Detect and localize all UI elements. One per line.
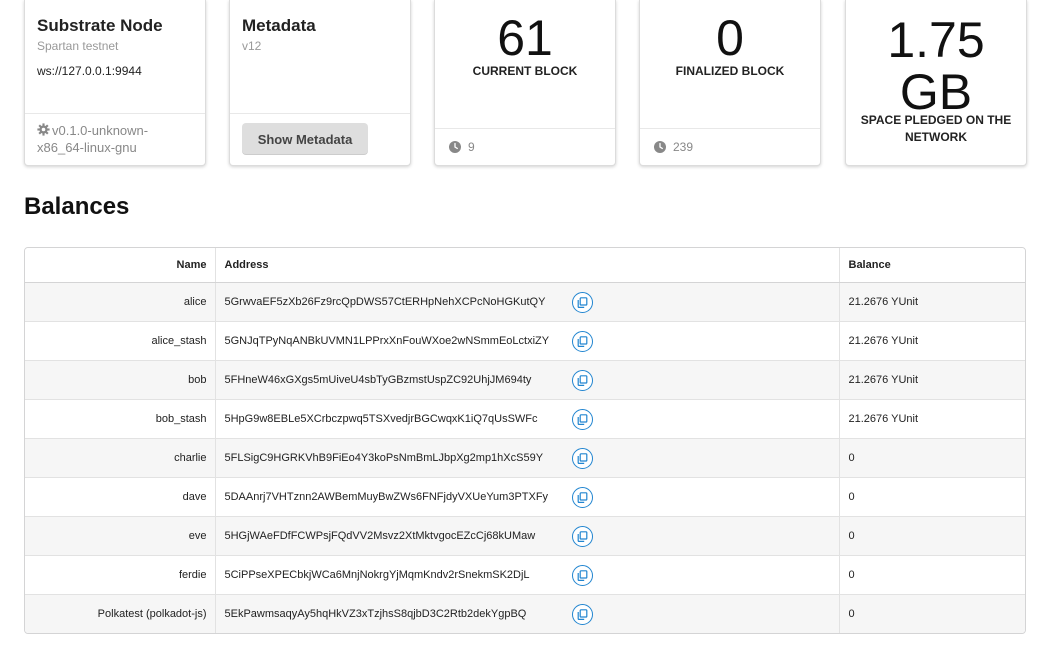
account-balance: 21.2676 YUnit [839,320,1025,360]
copy-icon[interactable] [571,564,593,586]
account-address-cell: 5FHneW46xGXgs5mUiveU4sbTyGBzmstUspZC92Uh… [215,359,840,399]
account-address-cell: 5CiPPseXPECbkjWCa6MnjNokrgYjMqmKndv2rSne… [215,554,840,594]
chain-name: Spartan testnet [37,39,119,53]
account-balance: 21.2676 YUnit [848,295,919,308]
clock-icon [654,141,666,153]
account-name: ferdie [25,554,216,594]
node-version: v0.1.0-unknown-x86_64-linux-gnu [37,122,195,156]
account-address-cell: 5HGjWAeFDfFCWPsjFQdVV2Msvz2XtMktvgocEZcC… [215,515,840,555]
finalized-block-card: 0 FINALIZED BLOCK 239 [639,0,821,166]
table-row: eve 5HGjWAeFDfFCWPsjFQdVV2Msvz2XtMktvgocE… [25,515,1025,555]
space-pledged-label: SPACE PLEDGED ON THE NETWORK [860,113,1012,144]
account-address: 5HpG9w8EBLe5XCrbczpwq5TSXvedjrBGCwqxK1iQ… [224,412,538,425]
clock-icon [449,141,461,153]
metadata-footer: Show Metadata [230,113,410,165]
node-info-header: Substrate Node Spartan testnet ws://127.… [37,16,195,78]
copy-icon[interactable] [571,603,593,625]
current-block-footer: 9 [435,128,615,165]
current-block-value: 61 [497,10,553,66]
account-name: alice_stash [25,320,216,360]
gear-icon [37,123,50,136]
copy-icon[interactable] [571,486,593,508]
table-row: charlie 5FLSigC9HGRKVhB9FiEo4Y3koPsNmBmLJ… [25,437,1025,477]
current-block-card: 61 CURRENT BLOCK 9 [434,0,616,166]
table-row: bob_stash 5HpG9w8EBLe5XCrbczpwq5TSXvedjrB… [25,398,1025,438]
table-row: alice_stash 5GNJqTPyNqANBkUVMN1LPPrxXnFou… [25,320,1025,360]
column-header-balance: Balance [839,248,1025,283]
account-balance: 0 [839,554,1025,594]
copy-icon[interactable] [571,291,593,313]
metadata-version: v12 [242,39,262,53]
account-name: Polkatest (polkadot-js) [25,593,216,633]
metadata-title: Metadata [242,16,316,35]
account-name: eve [25,515,216,555]
account-name: bob_stash [25,398,216,438]
account-balance: 0 [839,476,1025,516]
node-version-text: v0.1.0-unknown-x86_64-linux-gnu [37,123,149,155]
account-address: 5GNJqTPyNqANBkUVMN1LPPrxXnFouWXoe2wNSmmE… [224,334,550,347]
space-pledged-unit: GB [899,64,973,120]
account-address: 5FHneW46xGXgs5mUiveU4sbTyGBzmstUspZC92Uh… [224,373,532,386]
account-address: 5DAAnrj7VHTznn2AWBemMuyBwZWs6FNFjdyVXUeY… [224,490,549,503]
account-name: charlie [25,437,216,477]
copy-icon[interactable] [571,408,593,430]
account-address-cell: 5EkPawmsaqyAy5hqHkVZ3xTzjhsS8qjbD3C2Rtb2… [215,593,840,633]
account-address-cell: 5DAAnrj7VHTznn2AWBemMuyBwZWs6FNFjdyVXUeY… [215,476,840,516]
account-address: 5CiPPseXPECbkjWCa6MnjNokrgYjMqmKndv2rSne… [224,568,530,581]
space-pledged-value: 1.75 [887,12,985,68]
account-balance: 0 [839,593,1025,633]
current-block-time: 9 [468,140,475,154]
finalized-block-value: 0 [716,10,744,66]
copy-icon[interactable] [571,447,593,469]
account-address-cell: 5GNJqTPyNqANBkUVMN1LPPrxXnFouWXoe2wNSmmE… [215,320,840,360]
node-info-card: Substrate Node Spartan testnet ws://127.… [24,0,206,166]
table-header-row: Name Address Balance [25,248,1025,283]
copy-icon[interactable] [571,330,593,352]
finalized-block-footer: 239 [640,128,820,165]
account-address: 5EkPawmsaqyAy5hqHkVZ3xTzjhsS8qjbD3C2Rtb2… [224,607,527,620]
metadata-header: Metadata v12 [242,16,400,53]
table-row: ferdie 5CiPPseXPECbkjWCa6MnjNokrgYjMqmKnd… [25,554,1025,594]
column-header-address: Address [215,248,840,283]
account-name: alice [25,282,216,321]
copy-icon[interactable] [571,525,593,547]
account-name: bob [25,359,216,399]
account-balance: 0 [839,437,1025,477]
metadata-card: Metadata v12 Show Metadata [229,0,411,166]
balances-table: Name Address Balance alice 5GrwvaEF5zXb26… [24,247,1026,634]
account-balance: 0 [839,515,1025,555]
account-balance: 21.2676 YUnit [839,359,1025,399]
current-block-label: CURRENT BLOCK [472,64,578,78]
node-info-footer: v0.1.0-unknown-x86_64-linux-gnu [25,113,205,165]
account-address: 5HGjWAeFDfFCWPsjFQdVV2Msvz2XtMktvgocEZcC… [224,529,536,542]
column-header-name: Name [25,248,216,283]
show-metadata-button[interactable]: Show Metadata [242,123,368,155]
account-address: 5FLSigC9HGRKVhB9FiEo4Y3koPsNmBmLJbpXg2mp… [224,451,544,464]
node-name: Substrate Node [37,16,163,35]
table-row: Polkatest (polkadot-js) 5EkPawmsaqyAy5hqH… [25,593,1025,633]
space-pledged-card: 1.75 GB SPACE PLEDGED ON THE NETWORK [845,0,1027,166]
account-address: 5GrwvaEF5zXb26Fz9rcQpDWS57CtERHpNehXCPcN… [224,295,546,308]
node-endpoint-url: ws://127.0.0.1:9944 [37,64,142,78]
account-address-cell: 5FLSigC9HGRKVhB9FiEo4Y3koPsNmBmLJbpXg2mp… [215,437,840,477]
finalized-block-time: 239 [673,140,694,154]
copy-icon[interactable] [571,369,593,391]
account-address-cell: 5HpG9w8EBLe5XCrbczpwq5TSXvedjrBGCwqxK1iQ… [215,398,840,438]
balances-title: Balances [24,193,130,220]
table-row: bob 5FHneW46xGXgs5mUiveU4sbTyGBzmstUspZC9… [25,359,1025,399]
table-row: alice 5GrwvaEF5zXb26Fz9rcQpDWS57CtERHpNeh… [25,282,1025,321]
finalized-block-label: FINALIZED BLOCK [675,64,785,78]
account-name: dave [25,476,216,516]
table-row: dave 5DAAnrj7VHTznn2AWBemMuyBwZWs6FNFjdyV… [25,476,1025,516]
account-balance: 21.2676 YUnit [839,398,1025,438]
account-address-cell: 5GrwvaEF5zXb26Fz9rcQpDWS57CtERHpNehXCPcN… [215,282,840,321]
